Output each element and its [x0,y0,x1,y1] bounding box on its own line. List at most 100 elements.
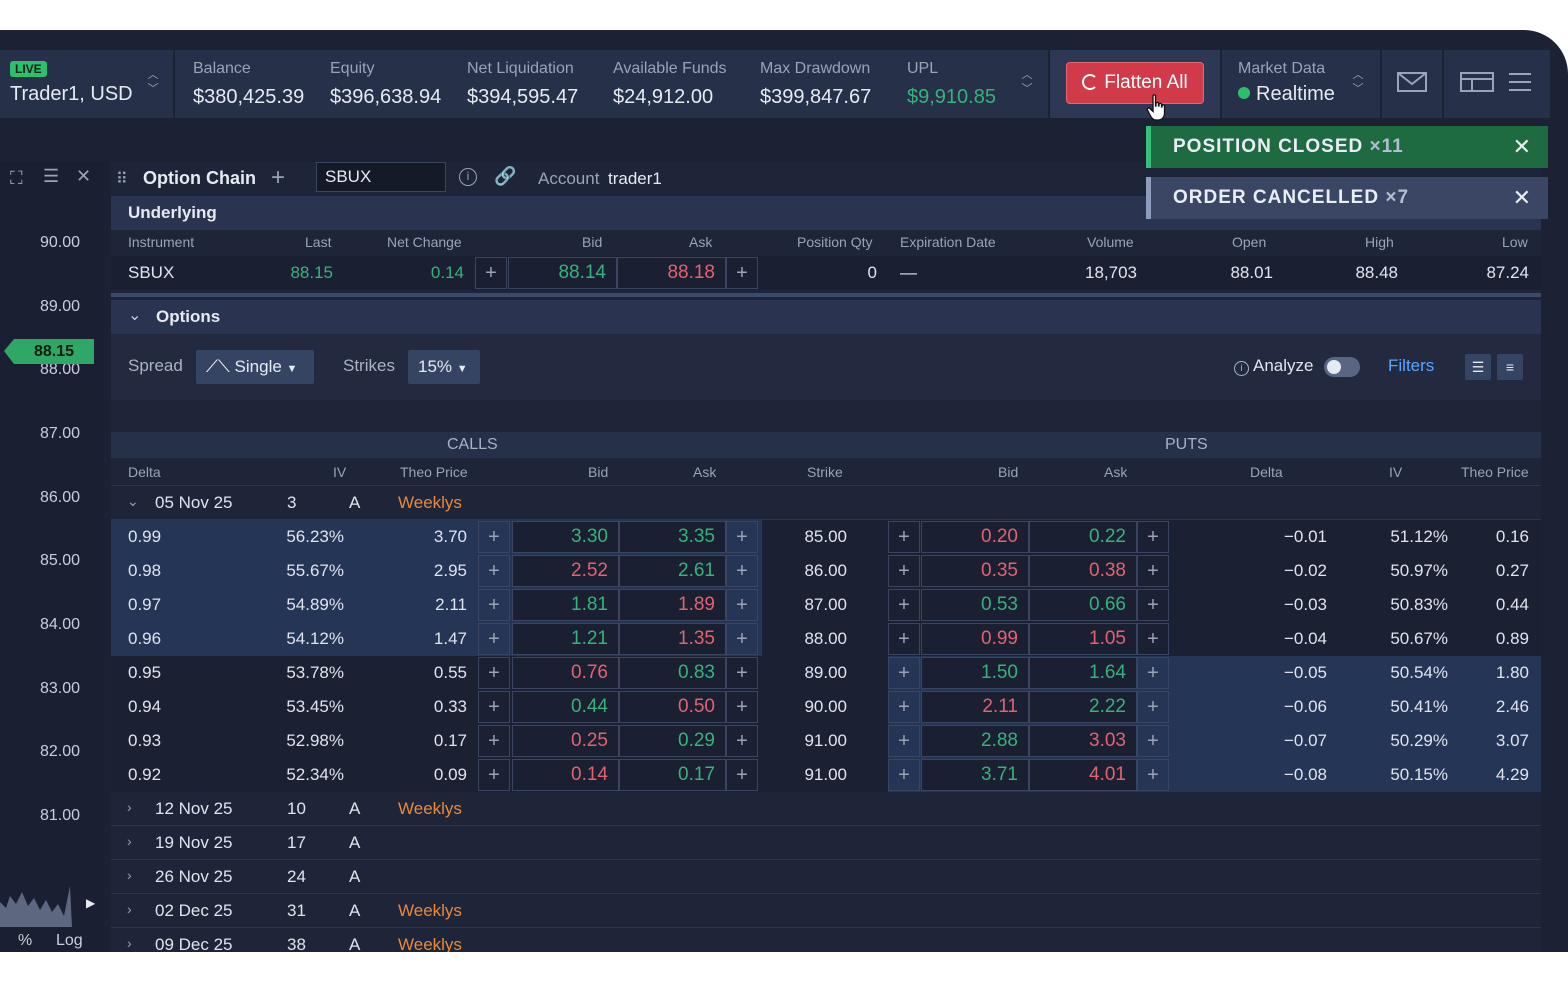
call-sell-plus-button[interactable]: + [726,555,758,587]
expiration-row[interactable]: › 12 Nov 25 10 A Weeklys [111,792,1541,826]
info-icon[interactable]: i [459,168,477,186]
put-ask[interactable]: 2.22 [1029,691,1137,723]
put-buy-plus-button[interactable]: + [888,759,920,791]
expiration-row[interactable]: › 02 Dec 25 31 A Weeklys [111,894,1541,928]
call-buy-plus-button[interactable]: + [478,691,510,723]
put-buy-plus-button[interactable]: + [888,555,920,587]
call-sell-plus-button[interactable]: + [726,589,758,621]
layout-icon[interactable] [1460,70,1494,99]
sell-plus-button[interactable]: + [726,257,758,289]
put-bid[interactable]: 2.11 [921,691,1029,723]
close-icon[interactable]: ✕ [1513,126,1532,168]
put-bid[interactable]: 1.50 [921,657,1029,689]
account-value[interactable]: trader1 [608,169,662,189]
column-view-icon[interactable]: ☰ [1465,354,1491,380]
link-icon[interactable]: 🔗 [494,166,516,187]
put-bid[interactable]: 0.20 [921,521,1029,553]
log-scale-button[interactable]: Log [56,932,83,950]
put-bid[interactable]: 0.53 [921,589,1029,621]
call-bid[interactable]: 1.81 [512,589,619,621]
call-ask[interactable]: 0.17 [619,759,726,791]
put-bid[interactable]: 0.35 [921,555,1029,587]
market-data-stepper-icon[interactable]: ︿ ﹀ [1351,68,1365,100]
call-ask[interactable]: 0.50 [619,691,726,723]
put-ask[interactable]: 1.05 [1029,623,1137,655]
put-sell-plus-button[interactable]: + [1137,589,1169,621]
symbol-input[interactable] [316,162,446,192]
call-ask[interactable]: 3.35 [619,521,726,553]
expiration-row[interactable]: › 26 Nov 25 24 A [111,860,1541,894]
list-view-icon[interactable]: ≡ [1497,354,1523,380]
put-buy-plus-button[interactable]: + [888,623,920,655]
put-bid[interactable]: 0.99 [921,623,1029,655]
call-buy-plus-button[interactable]: + [478,521,510,553]
option-row[interactable]: 0.92 52.34% 0.09 +0.14 0.17 +91.00 +3.71 4.01 + −… [111,758,1541,792]
put-bid[interactable]: 3.71 [921,759,1029,791]
put-ask[interactable]: 0.22 [1029,521,1137,553]
call-buy-plus-button[interactable]: + [478,555,510,587]
options-section-title[interactable]: Options [111,300,1541,334]
call-bid[interactable]: 0.25 [512,725,619,757]
put-sell-plus-button[interactable]: + [1137,521,1169,553]
put-sell-plus-button[interactable]: + [1137,657,1169,689]
metrics-stepper-icon[interactable]: ︿ ﹀ [1020,68,1034,100]
add-tab-icon[interactable]: + [271,164,285,192]
expand-icon[interactable]: ⛶ [10,168,23,189]
option-row[interactable]: 0.95 53.78% 0.55 +0.76 0.83 +89.00 +1.50 1.64 + −… [111,656,1541,690]
call-ask[interactable]: 0.83 [619,657,726,689]
call-buy-plus-button[interactable]: + [478,589,510,621]
call-buy-plus-button[interactable]: + [478,657,510,689]
option-row[interactable]: 0.94 53.45% 0.33 +0.44 0.50 +90.00 +2.11 2.22 + −… [111,690,1541,724]
option-row[interactable]: 0.96 54.12% 1.47 +1.21 1.35 +88.00 +0.99 1.05 + −… [111,622,1541,656]
buy-plus-button[interactable]: + [475,257,507,289]
market-data-selector[interactable]: Realtime [1238,83,1335,106]
put-buy-plus-button[interactable]: + [888,657,920,689]
close-icon[interactable]: ✕ [76,166,91,187]
expiration-row[interactable]: › 09 Dec 25 38 A Weeklys [111,928,1541,952]
put-buy-plus-button[interactable]: + [888,725,920,757]
call-bid[interactable]: 3.30 [512,521,619,553]
put-sell-plus-button[interactable]: + [1137,725,1169,757]
call-ask[interactable]: 1.89 [619,589,726,621]
call-bid[interactable]: 1.21 [512,623,619,655]
call-ask[interactable]: 2.61 [619,555,726,587]
option-row[interactable]: 0.97 54.89% 2.11 +1.81 1.89 +87.00 +0.53 0.66 + −… [111,588,1541,622]
call-bid[interactable]: 0.14 [512,759,619,791]
put-ask[interactable]: 0.38 [1029,555,1137,587]
call-buy-plus-button[interactable]: + [478,725,510,757]
call-sell-plus-button[interactable]: + [726,759,758,791]
option-row[interactable]: 0.98 55.67% 2.95 +2.52 2.61 +86.00 +0.35 0.38 + −… [111,554,1541,588]
expiration-row-expanded[interactable]: ⌄ 05 Nov 25 3 A Weeklys [111,486,1541,520]
strikes-dropdown[interactable]: 15% ▼ [408,350,480,384]
underlying-ask[interactable]: 88.18 [617,257,726,289]
call-bid[interactable]: 2.52 [512,555,619,587]
call-sell-plus-button[interactable]: + [726,725,758,757]
account-selector[interactable]: Trader1, USD [10,83,133,106]
put-ask[interactable]: 4.01 [1029,759,1137,791]
account-stepper-icon[interactable]: ︿ ﹀ [146,68,160,100]
underlying-row[interactable]: SBUX 88.15 0.14 + 88.14 88.18 + 0 — 18,7… [111,256,1541,290]
underlying-bid[interactable]: 88.14 [508,257,617,289]
put-sell-plus-button[interactable]: + [1137,759,1169,791]
close-icon[interactable]: ✕ [1513,177,1532,219]
put-sell-plus-button[interactable]: + [1137,555,1169,587]
flatten-all-button[interactable]: Flatten All [1066,62,1204,104]
put-buy-plus-button[interactable]: + [888,521,920,553]
expiration-row[interactable]: › 19 Nov 25 17 A [111,826,1541,860]
chart-menu-icon[interactable]: ☰ [43,166,59,187]
call-ask[interactable]: 0.29 [619,725,726,757]
put-sell-plus-button[interactable]: + [1137,691,1169,723]
call-sell-plus-button[interactable]: + [726,657,758,689]
put-ask[interactable]: 1.64 [1029,657,1137,689]
put-buy-plus-button[interactable]: + [888,691,920,723]
option-row[interactable]: 0.99 56.23% 3.70 +3.30 3.35 +85.00 +0.20 0.22 + −… [111,520,1541,554]
analyze-toggle[interactable] [1324,357,1360,377]
option-row[interactable]: 0.93 52.98% 0.17 +0.25 0.29 +91.00 +2.88 3.03 + −… [111,724,1541,758]
play-icon[interactable]: ▶ [86,896,95,910]
menu-icon[interactable] [1508,70,1532,99]
call-bid[interactable]: 0.76 [512,657,619,689]
put-ask[interactable]: 0.66 [1029,589,1137,621]
filters-link[interactable]: Filters [1388,356,1434,376]
mail-icon[interactable] [1397,70,1427,99]
call-ask[interactable]: 1.35 [619,623,726,655]
